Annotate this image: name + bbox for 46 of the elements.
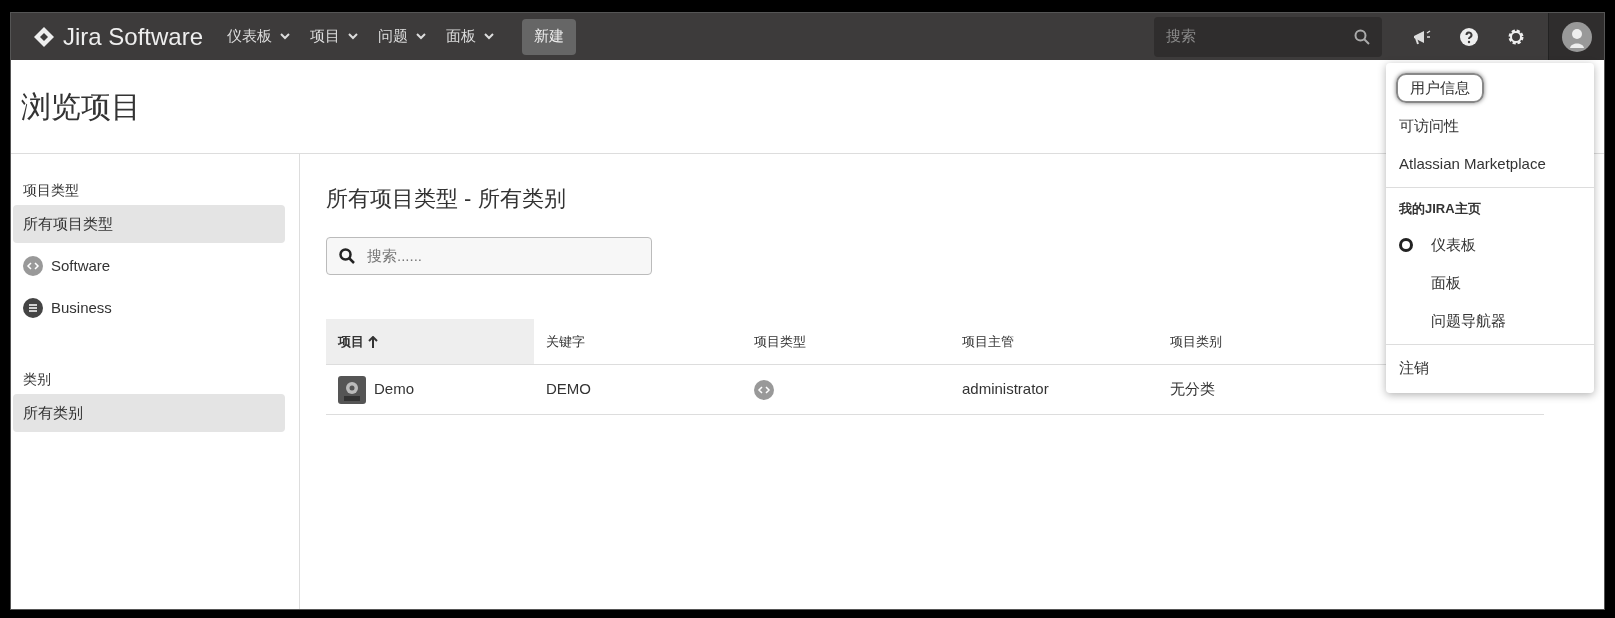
table-cell-text: administrator: [962, 379, 1049, 400]
search-input[interactable]: 搜索: [1166, 25, 1354, 48]
sort-arrow-icon: [368, 335, 378, 348]
column-header[interactable]: 项目类别: [1158, 319, 1366, 364]
menu-item[interactable]: 可访问性: [1396, 112, 1462, 140]
menu-item[interactable]: 用户信息: [1396, 72, 1484, 104]
search-field[interactable]: 搜索: [1154, 16, 1382, 57]
project-avatar-icon: [338, 375, 366, 404]
megaphone-icon[interactable]: [1412, 27, 1432, 46]
avatar-icon[interactable]: [1561, 21, 1592, 52]
menu-item[interactable]: 面板: [1386, 264, 1594, 302]
project-link[interactable]: Demo: [374, 378, 414, 401]
page-title: 浏览项目: [21, 89, 141, 125]
table-cell-text: 无分类: [1170, 379, 1215, 400]
menu-item[interactable]: Atlassian Marketplace: [1396, 150, 1549, 178]
nav-menu[interactable]: 仪表板: [227, 25, 291, 48]
diamond-logo-icon: [33, 25, 55, 48]
search-input[interactable]: 搜索......: [367, 244, 639, 268]
sidebar-item[interactable]: Software: [13, 247, 285, 285]
menu-item[interactable]: 注销: [1396, 354, 1432, 382]
sidebar-item[interactable]: 所有类别: [13, 394, 285, 432]
sidebar-item[interactable]: 所有项目类型: [13, 205, 285, 243]
table-cell-text: DEMO: [546, 379, 591, 400]
search-icon: [1354, 28, 1370, 45]
nav-menu[interactable]: 项目: [310, 25, 359, 48]
search-field[interactable]: 搜索......: [326, 237, 652, 275]
code-icon: [23, 256, 43, 276]
sidebar-heading: 项目类型: [22, 181, 80, 200]
product-logo-text: Jira Software: [63, 21, 204, 52]
sidebar-item[interactable]: Business: [13, 289, 285, 327]
column-header[interactable]: 项目主管: [950, 319, 1158, 364]
column-header[interactable]: 项目类型: [742, 319, 950, 364]
code-icon: [754, 379, 774, 400]
nav-menu[interactable]: 面板: [446, 25, 495, 48]
sidebar-heading: 类别: [22, 370, 52, 389]
search-icon: [339, 248, 355, 264]
menu-item[interactable]: 问题导航器: [1386, 302, 1594, 340]
nav-menu[interactable]: 问题: [378, 25, 427, 48]
list-icon: [23, 298, 43, 318]
menu-heading: 我的JIRA主页: [1398, 200, 1482, 219]
column-header[interactable]: 项目: [326, 319, 534, 364]
create-button[interactable]: 新建: [522, 18, 577, 55]
section-title: 所有项目类型 - 所有类别: [326, 185, 566, 213]
menu-item[interactable]: 仪表板: [1386, 226, 1594, 264]
column-header[interactable]: 关键字: [534, 319, 742, 364]
help-icon[interactable]: [1460, 27, 1478, 46]
